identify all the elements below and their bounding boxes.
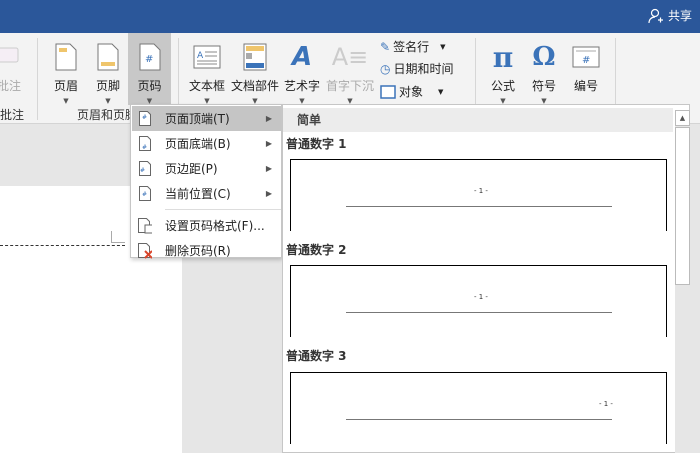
gallery-item-plain-number-2[interactable]: - 1 - — [290, 265, 667, 337]
header-footer-group-label: 页眉和页脚 — [77, 108, 138, 122]
share-button[interactable]: 共享 — [648, 7, 692, 24]
gallery-item-label: 普通数字 3 — [286, 349, 347, 363]
chevron-right-icon: ▶ — [265, 139, 272, 148]
svg-text:#: # — [145, 54, 153, 65]
number-button[interactable]: # 编号 — [570, 33, 602, 105]
scrollbar-thumb[interactable] — [675, 127, 690, 285]
calendar-clock-icon: ◷ — [380, 61, 391, 76]
header-icon — [55, 43, 77, 71]
footer-icon — [97, 43, 119, 71]
symbol-button[interactable]: Ω 符号 ▼ — [528, 33, 560, 105]
object-icon — [380, 84, 396, 99]
menu-item-remove-page-numbers[interactable]: 删除页码(R) — [132, 238, 281, 263]
menu-item-top-of-page[interactable]: # 页面顶端(T) ▶ — [132, 106, 281, 131]
gallery-item-plain-number-3[interactable]: - 1 - — [290, 372, 667, 444]
signature-icon: ✎ — [380, 39, 391, 54]
page-top-icon: # — [138, 111, 152, 126]
gallery-item-label: 普通数字 2 — [286, 243, 347, 257]
svg-text:#: # — [142, 114, 147, 121]
svg-text:#: # — [140, 167, 145, 174]
chevron-right-icon: ▶ — [265, 164, 272, 173]
format-page-number-icon — [138, 217, 152, 234]
menu-item-bottom-of-page[interactable]: # 页面底端(B) ▶ — [132, 131, 281, 156]
svg-text:A: A — [197, 51, 204, 61]
svg-text:#: # — [142, 144, 147, 151]
gallery-item-label: 普通数字 1 — [286, 137, 347, 151]
comment-icon — [0, 47, 19, 63]
page-number-icon: # — [139, 43, 160, 71]
svg-text:#: # — [142, 191, 147, 198]
gallery-item-plain-number-1[interactable]: - 1 - — [290, 159, 667, 231]
page-number-menu: # 页面顶端(T) ▶ # 页面底端(B) ▶ # 页边距(P) ▶ # 当前位置(C) ▶ 设… — [130, 104, 282, 259]
quick-parts-button[interactable]: 文档部件 ▼ — [230, 33, 280, 105]
date-time-button[interactable]: ◷ 日期和时间 — [380, 60, 454, 77]
footer-button[interactable]: 页脚 ▼ — [92, 33, 124, 105]
pi-icon: π — [492, 40, 514, 74]
comment-button[interactable]: 批注 — [0, 33, 26, 105]
menu-item-current-position[interactable]: # 当前位置(C) ▶ — [132, 181, 281, 206]
page-margin-icon: # — [138, 161, 152, 176]
object-button[interactable]: 对象 ▼ — [380, 83, 443, 100]
drop-cap-button[interactable]: A≡ 首字下沉 ▼ — [324, 33, 376, 105]
chevron-right-icon: ▶ — [265, 114, 272, 123]
current-position-icon: # — [138, 186, 152, 201]
page-bottom-icon: # — [138, 136, 152, 151]
quick-parts-icon — [243, 43, 267, 71]
textbox-icon: A — [193, 45, 221, 69]
equation-button[interactable]: π 公式 ▼ — [487, 33, 519, 106]
share-label: 共享 — [667, 9, 692, 23]
menu-item-format-page-numbers[interactable]: 设置页码格式(F)... — [132, 213, 281, 238]
menu-divider — [165, 209, 281, 210]
omega-icon: Ω — [532, 42, 556, 72]
margin-corner — [111, 231, 125, 243]
header-button[interactable]: 页眉 ▼ — [50, 33, 82, 105]
gallery-section-header: 简单 — [283, 108, 673, 132]
textbox-button[interactable]: A 文本框 ▼ — [189, 33, 225, 105]
scroll-up-arrow-icon[interactable]: ▲ — [675, 110, 690, 126]
svg-text:#: # — [582, 55, 590, 66]
user-add-icon — [648, 8, 663, 23]
title-bar: 共享 — [0, 0, 700, 33]
page-number-button[interactable]: # 页码 ▼ — [128, 33, 171, 105]
comment-group-label: 批注 — [0, 108, 25, 122]
remove-page-number-icon — [138, 242, 152, 259]
wordart-icon: A — [291, 42, 313, 72]
chevron-right-icon: ▶ — [265, 189, 272, 198]
gallery-scrollbar[interactable]: ▲ — [675, 110, 690, 453]
menu-item-page-margins[interactable]: # 页边距(P) ▶ — [132, 156, 281, 181]
number-icon: # — [572, 46, 600, 68]
wordart-button[interactable]: A 艺术字 ▼ — [284, 33, 320, 105]
header-boundary — [0, 245, 125, 246]
page-top-gallery: 简单 普通数字 1 - 1 - 普通数字 2 - 1 - 普通数字 3 - 1 … — [282, 104, 690, 453]
signature-line-button[interactable]: ✎ 签名行 ▼ — [380, 38, 445, 55]
drop-cap-icon: A≡ — [331, 43, 369, 71]
